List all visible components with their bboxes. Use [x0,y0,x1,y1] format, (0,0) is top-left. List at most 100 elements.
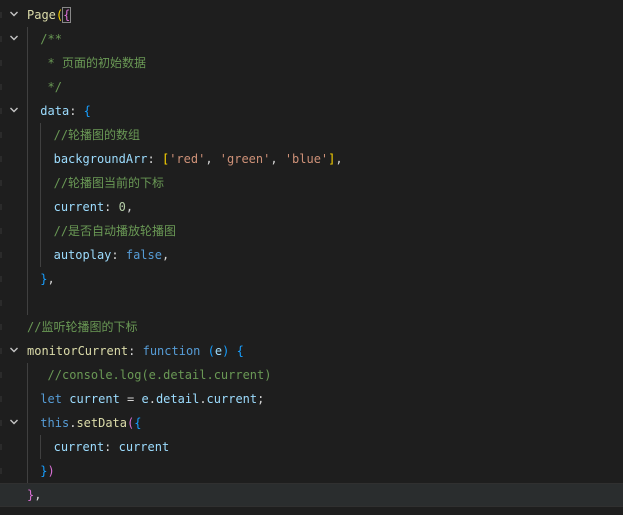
code-token: //轮播图的数组 [53,128,141,142]
code-token: : [104,440,119,454]
code-token: , [161,248,170,262]
code-token: current [53,200,105,214]
indent-guide [27,363,28,387]
code-token: //监听轮播图的下标 [27,320,138,334]
code-line[interactable]: }, [0,267,623,291]
code-line[interactable]: data: { [0,99,623,123]
code-line[interactable]: //监听轮播图的下标 [0,315,623,339]
code-token: ( [207,344,215,358]
indent-guide [27,243,28,267]
code-line[interactable]: /** [0,27,623,51]
code-token: { [134,416,142,430]
code-token: } [40,464,48,478]
code-text: current: 0, [54,195,134,219]
indent-guide [40,147,41,171]
code-line[interactable]: current: 0, [0,195,623,219]
code-token: e [141,392,149,406]
code-token: this [40,416,70,430]
code-line[interactable]: //console.log(e.detail.current) [0,363,623,387]
code-token: { [62,7,72,23]
indent-guide [27,219,28,243]
indent-guide [27,75,28,99]
indent-guide [27,171,28,195]
code-line[interactable]: //是否自动播放轮播图 [0,219,623,243]
indent-guide [27,51,28,75]
code-token: 0 [118,200,126,214]
code-line[interactable]: //轮播图当前的下标 [0,171,623,195]
indent-guide [27,411,28,435]
indent-guide [27,291,28,315]
code-line[interactable]: Page({ [0,3,623,27]
code-text: autoplay: false, [54,243,170,267]
code-token: data [40,104,70,118]
code-text: monitorCurrent: function (e) { [27,339,244,363]
code-line[interactable]: let current = e.detail.current; [0,387,623,411]
code-text: current: current [54,435,170,459]
code-text: /** [40,27,62,51]
code-token: Page [27,8,56,22]
code-text: }, [40,267,54,291]
code-token: 'green' [219,152,271,166]
indent-guide [27,435,28,459]
code-token: . [199,392,207,406]
code-text: //轮播图当前的下标 [54,171,164,195]
indent-guide [27,267,28,291]
code-token: ) [47,464,55,478]
code-text: //是否自动播放轮播图 [54,219,176,243]
code-text: data: { [40,99,91,123]
code-line[interactable]: //轮播图的数组 [0,123,623,147]
code-token: , [47,272,55,286]
indent-guide [40,195,41,219]
code-token: setData [76,416,128,430]
code-line[interactable]: autoplay: false, [0,243,623,267]
code-token: * 页面的初始数据 [40,56,146,70]
code-text: }) [40,459,54,483]
code-line[interactable]: this.setData({ [0,411,623,435]
indent-guide [27,99,28,123]
code-token: current [118,440,170,454]
code-token: : [111,248,126,262]
code-token: /** [40,32,62,46]
code-line[interactable]: current: current [0,435,623,459]
code-line[interactable]: }) [0,459,623,483]
code-line[interactable] [0,291,623,315]
indent-guide [40,243,41,267]
indent-guide [27,387,28,411]
code-token: , [34,488,42,502]
code-text: //轮播图的数组 [54,123,140,147]
code-token: , [205,152,220,166]
code-token: function [142,344,201,358]
code-token: //console.log(e.detail.current) [40,368,272,382]
code-text: }, [27,483,41,507]
code-token: monitorCurrent [27,344,129,358]
code-token: : [128,344,143,358]
code-token: , [125,200,134,214]
code-token: current [53,440,105,454]
code-text: let current = e.detail.current; [40,387,264,411]
code-token: { [83,104,91,118]
indent-guide [27,195,28,219]
code-token: //轮播图当前的下标 [53,176,165,190]
code-line[interactable]: monitorCurrent: function (e) { [0,339,623,363]
code-text: Page({ [27,3,72,27]
code-token: autoplay [53,248,112,262]
code-text: */ [40,75,62,99]
code-line[interactable]: }, [0,483,623,507]
code-line[interactable]: */ [0,75,623,99]
code-token: detail [155,392,200,406]
code-token: ; [257,392,265,406]
code-token: = [119,392,142,406]
code-text: //console.log(e.detail.current) [40,363,272,387]
indent-guide [27,123,28,147]
code-token: */ [40,80,62,94]
code-text: backgroundArr: ['red', 'green', 'blue'], [54,147,343,171]
indent-guide [40,123,41,147]
indent-guide [27,27,28,51]
code-line[interactable]: backgroundArr: ['red', 'green', 'blue'], [0,147,623,171]
code-line[interactable]: * 页面的初始数据 [0,51,623,75]
code-token: 'red' [169,152,206,166]
code-editor[interactable]: Page({/** * 页面的初始数据 */data: {//轮播图的数组 bac… [0,0,623,515]
code-token: . [148,392,156,406]
